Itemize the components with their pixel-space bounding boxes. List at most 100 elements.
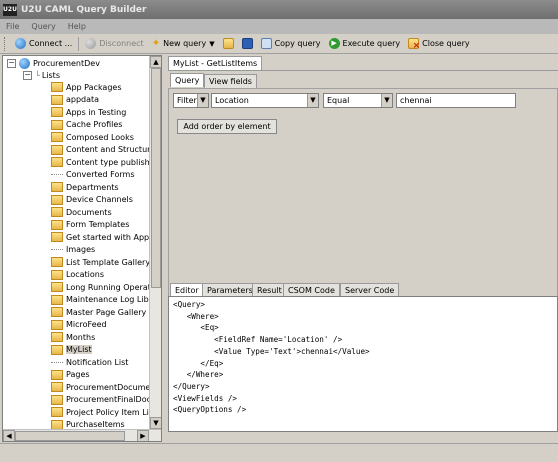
tree-list-item[interactable]: Content and Structure — [51, 144, 150, 156]
add-order-button[interactable]: Add order by element — [177, 119, 277, 134]
open-button[interactable] — [219, 35, 238, 53]
tree-list-item[interactable]: ProcurementDocumen — [51, 381, 150, 393]
tree-list-item[interactable]: Pages — [51, 369, 90, 381]
code-line: <Value Type='Text'>chennai</Value> — [173, 346, 370, 356]
tree-item-label: Master Page Gallery — [66, 307, 147, 317]
code-line: <QueryOptions /> — [173, 405, 247, 415]
tab-result[interactable]: Result — [252, 283, 287, 297]
execute-query-button[interactable]: ▶ Execute query — [325, 35, 405, 53]
collapse-icon[interactable]: − — [7, 58, 16, 68]
tree-connector-icon — [51, 361, 63, 363]
tree-list-item[interactable]: MyList — [51, 344, 92, 356]
tree-list-item[interactable]: Get started with Apps f — [51, 231, 150, 243]
tree-root-node[interactable]: − ProcurementDev — [7, 57, 100, 69]
tree-list-item[interactable]: Images — [51, 244, 95, 256]
tab-editor[interactable]: Editor — [170, 283, 204, 297]
operator-select[interactable]: Equal ▼ — [323, 93, 393, 108]
folder-icon — [51, 82, 63, 92]
tree-list-item[interactable]: Device Channels — [51, 194, 133, 206]
connect-button[interactable]: Connect ... — [11, 35, 76, 53]
disconnect-button[interactable]: Disconnect — [81, 35, 147, 53]
folder-icon — [51, 219, 63, 230]
new-star-icon: ✦ — [151, 38, 161, 49]
tree-list-item[interactable]: PurchaseItems — [51, 419, 125, 429]
execute-query-label: Execute query — [342, 39, 401, 48]
tree-list-item[interactable]: Documents — [51, 206, 112, 218]
tree-item-label: Form Templates — [66, 220, 130, 229]
tab-query[interactable]: Query — [170, 73, 205, 87]
chevron-down-icon[interactable]: ▼ — [209, 40, 214, 48]
tab-parameters[interactable]: Parameters — [202, 283, 258, 297]
folder-icon — [51, 332, 63, 342]
tree-item-label: Months — [66, 332, 96, 342]
tree-item-label: ProcurementFinalDocu — [66, 395, 150, 404]
folder-icon — [51, 157, 63, 167]
tree-vertical-scrollbar[interactable]: ▲ ▼ — [149, 56, 161, 429]
tree-content: − ProcurementDev − └ Lists App Packages a… — [3, 56, 150, 429]
tree-list-item[interactable]: List Template Gallery — [51, 256, 150, 268]
new-query-button[interactable]: ✦ New query ▼ — [148, 35, 219, 53]
tree-list-item[interactable]: Notification List — [51, 356, 128, 368]
tab-divider — [168, 70, 558, 71]
tree-list-item[interactable]: Locations — [51, 269, 104, 281]
copy-query-button[interactable]: Copy query — [257, 35, 325, 53]
scroll-up-icon[interactable]: ▲ — [150, 56, 161, 68]
filter-type-select[interactable]: Filter ▼ — [173, 93, 209, 108]
tab-csom-code[interactable]: CSOM Code — [283, 283, 340, 297]
toolbar-grip[interactable] — [4, 36, 7, 51]
tree-list-item[interactable]: ProcurementFinalDocu — [51, 394, 150, 406]
tree-list-item[interactable]: Cache Profiles — [51, 119, 122, 131]
tab-view-fields[interactable]: View fields — [204, 74, 257, 88]
scroll-down-icon[interactable]: ▼ — [150, 417, 161, 429]
folder-icon — [51, 194, 63, 205]
folder-icon — [51, 119, 63, 130]
close-query-button[interactable]: × Close query — [404, 35, 473, 53]
scroll-right-icon[interactable]: ▶ — [137, 430, 149, 441]
copy-icon — [260, 38, 272, 49]
tree-list-item[interactable]: Departments — [51, 181, 119, 193]
tree-list-item[interactable]: Form Templates — [51, 219, 129, 231]
save-button[interactable] — [238, 35, 257, 53]
tree-list-item[interactable]: Composed Looks — [51, 131, 134, 143]
caml-editor[interactable]: <Query> <Where> <Eq> <FieldRef Name='Loc… — [168, 296, 558, 432]
filter-type-value: Filter — [177, 96, 197, 105]
scroll-thumb[interactable] — [15, 431, 125, 441]
tree-list-item[interactable]: Long Running Operatio — [51, 281, 150, 293]
new-query-label: New query — [163, 39, 207, 48]
tab-server-code[interactable]: Server Code — [340, 283, 400, 297]
site-tree[interactable]: − ProcurementDev − └ Lists App Packages a… — [2, 55, 162, 442]
tree-list-item[interactable]: Master Page Gallery — [51, 306, 146, 318]
menu-bar: File Query Help — [0, 19, 558, 34]
tree-connector-icon — [51, 174, 63, 175]
tree-list-item[interactable]: MicroFeed — [51, 319, 107, 331]
tree-root-label: ProcurementDev — [33, 58, 100, 68]
play-icon: ▶ — [328, 38, 340, 49]
tree-list-item[interactable]: Months — [51, 331, 95, 343]
chevron-down-icon[interactable]: ▼ — [381, 94, 392, 107]
code-line: </Where> — [173, 370, 224, 380]
tree-lists-node[interactable]: − └ Lists — [23, 69, 60, 81]
chevron-down-icon[interactable]: ▼ — [307, 94, 318, 107]
tree-item-label: ProcurementDocumen — [66, 382, 150, 392]
tab-document[interactable]: MyList - GetListItems — [168, 56, 263, 70]
tree-list-item[interactable]: Converted Forms — [51, 169, 135, 181]
scroll-thumb[interactable] — [151, 68, 161, 288]
tree-list-item[interactable]: Maintenance Log Libra — [51, 294, 150, 306]
tree-horizontal-scrollbar[interactable]: ◀ ▶ — [3, 429, 161, 441]
tree-list-item[interactable]: Content type publishing — [51, 156, 150, 168]
tree-list-item[interactable]: App Packages — [51, 81, 122, 93]
collapse-icon[interactable]: − — [23, 70, 32, 80]
scroll-left-icon[interactable]: ◀ — [3, 430, 15, 441]
filter-value-input[interactable]: chennai — [396, 93, 516, 108]
tree-list-item[interactable]: appdata — [51, 94, 99, 106]
menu-query[interactable]: Query — [31, 22, 55, 31]
toolbar: Connect ... Disconnect ✦ New query ▼ Cop… — [0, 34, 558, 54]
chevron-down-icon[interactable]: ▼ — [197, 94, 208, 107]
tree-list-item[interactable]: Project Policy Item List — [51, 406, 150, 418]
tree-item-label: Cache Profiles — [66, 120, 123, 129]
menu-help[interactable]: Help — [68, 22, 86, 31]
tree-item-label: Content type publishing — [66, 157, 150, 167]
tree-list-item[interactable]: Apps in Testing — [51, 106, 126, 118]
menu-file[interactable]: File — [6, 22, 19, 31]
field-select[interactable]: Location ▼ — [211, 93, 319, 108]
